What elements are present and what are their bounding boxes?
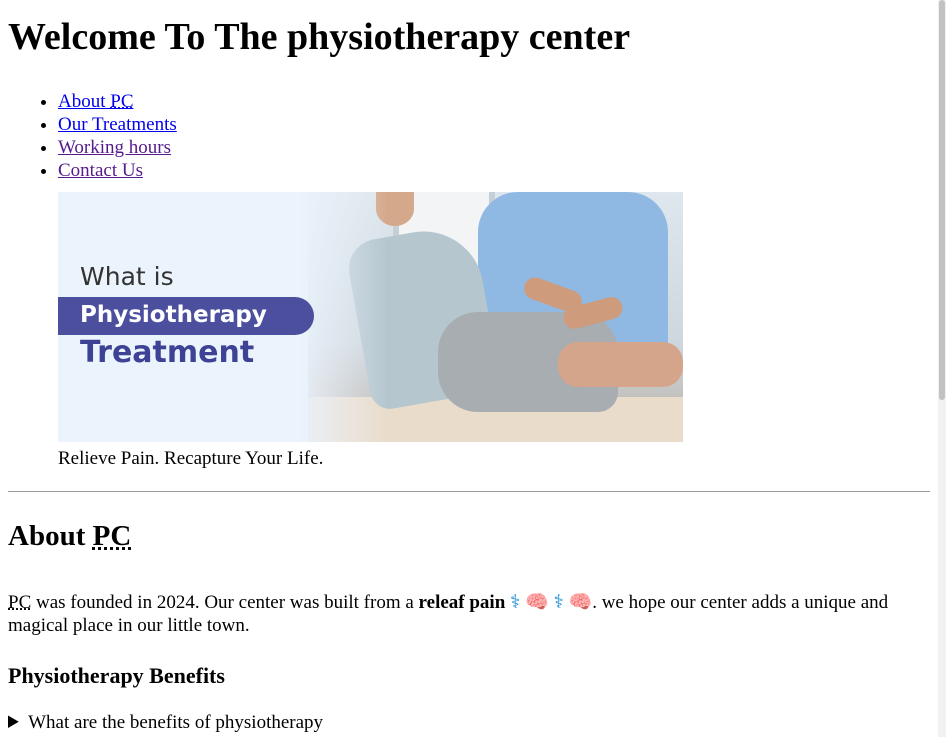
banner-caption: Relieve Pain. Recapture Your Life. xyxy=(58,448,324,469)
about-heading: About PC xyxy=(8,520,132,552)
banner-line-2: Physiotherapy xyxy=(80,302,267,328)
banner-line-1: What is xyxy=(80,262,174,291)
benefits-summary[interactable]: What are the benefits of physiotherapy xyxy=(8,711,930,734)
abbr-pc: PC xyxy=(8,592,32,613)
nav-list: About PC Our Treatments Working hours Co… xyxy=(8,90,930,182)
banner-line-3: Treatment xyxy=(80,335,255,370)
abbr-pc: PC xyxy=(110,91,134,112)
scrollbar-thumb[interactable] xyxy=(939,0,945,400)
banner-figure: What is Physiotherapy Treatment Relieve … xyxy=(58,192,930,470)
nav-link-treatments[interactable]: Our Treatments xyxy=(58,114,177,135)
brain-icon: 🧠 xyxy=(525,591,549,613)
abbr-pc: PC xyxy=(92,520,132,552)
nav-item: About PC xyxy=(58,90,930,113)
about-paragraph: PC was founded in 2024. Our center was b… xyxy=(8,591,889,636)
page: Welcome To The physiotherapy center Abou… xyxy=(8,0,930,734)
benefits-heading: Physiotherapy Benefits xyxy=(8,663,225,688)
nav-link-contact[interactable]: Contact Us xyxy=(58,160,143,181)
nav-link-about[interactable]: About PC xyxy=(58,91,134,112)
divider xyxy=(8,491,930,493)
scrollbar[interactable] xyxy=(938,0,946,737)
benefits-details: What are the benefits of physiotherapy xyxy=(8,711,930,734)
nav-item: Contact Us xyxy=(58,159,930,182)
about-bold: releaf pain xyxy=(418,592,506,613)
nav-link-working-hours[interactable]: Working hours xyxy=(58,137,171,158)
staff-of-aesculapius-icon: ⚕ xyxy=(510,591,521,613)
page-title: Welcome To The physiotherapy center xyxy=(8,16,631,58)
nav-item: Working hours xyxy=(58,136,930,159)
banner-patient-leg xyxy=(558,342,683,387)
nav-item: Our Treatments xyxy=(58,113,930,136)
brain-icon: 🧠 xyxy=(568,591,593,613)
staff-of-aesculapius-icon: ⚕ xyxy=(553,591,564,613)
banner-image: What is Physiotherapy Treatment xyxy=(58,192,683,442)
